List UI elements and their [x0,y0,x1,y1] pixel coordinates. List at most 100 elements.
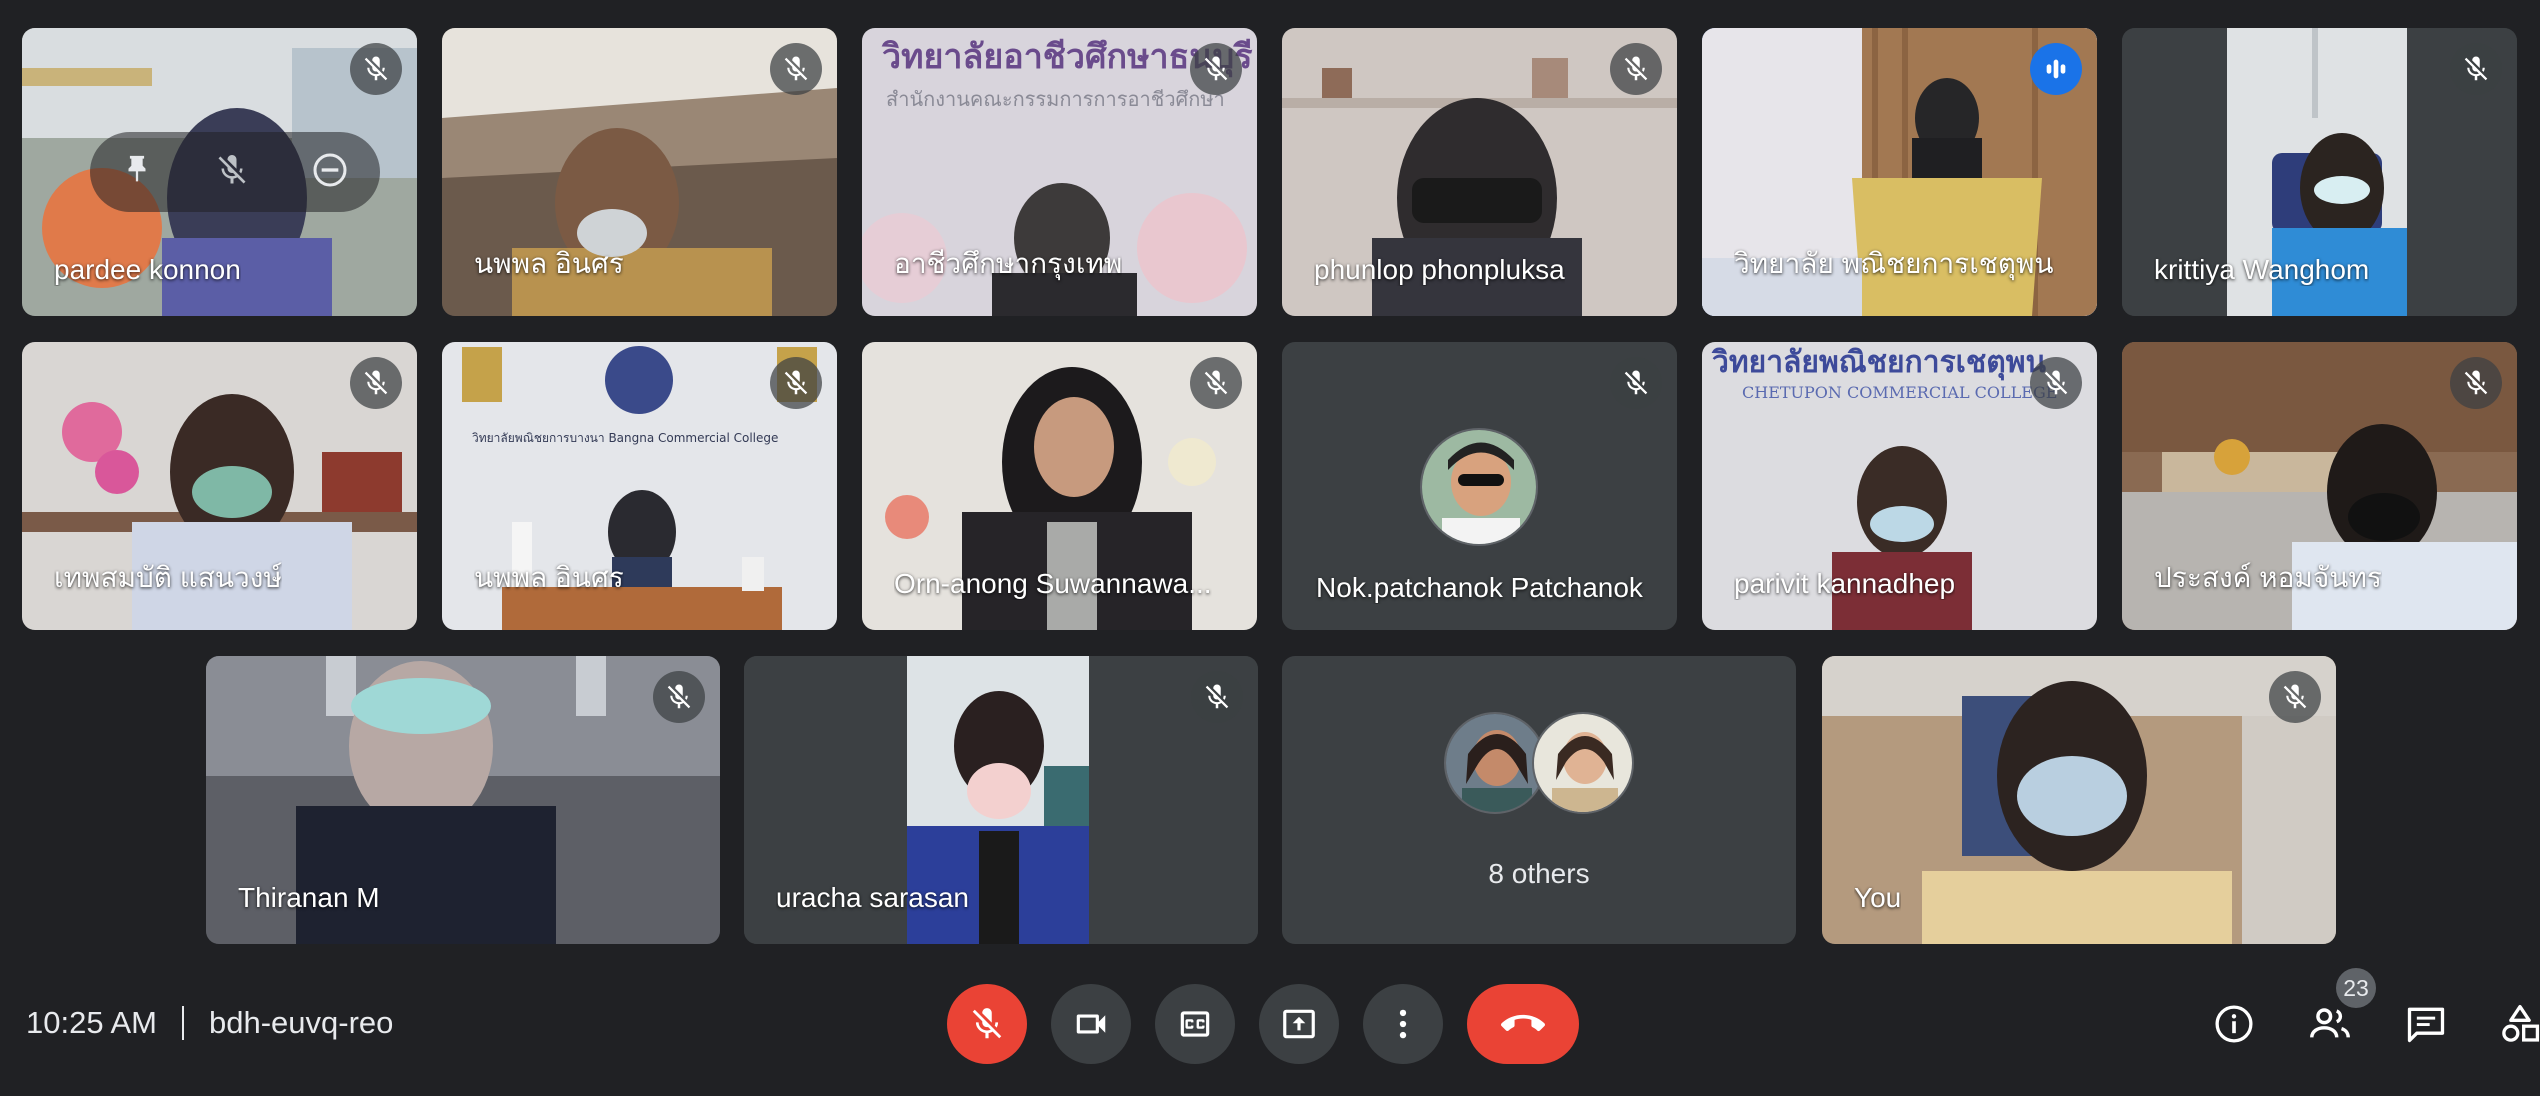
mic-off-icon [1205,684,1229,709]
participant-name: pardee konnon [54,254,241,285]
participant-count-badge: 23 [2336,968,2376,1008]
backdrop-title: วิทยาลัยพณิชยการบางนา Bangna Commercial … [472,431,779,445]
more-vert-icon [1399,1009,1407,1039]
people-button[interactable]: 23 [2290,968,2376,1064]
muted-indicator [1610,43,1662,95]
backdrop-subtitle: สำนักงานคณะกรรมการการอาชีวศึกษา [886,87,1225,111]
camera-icon [1076,1014,1106,1034]
mic-off-icon [1624,370,1648,395]
people-icon [2310,1008,2350,1038]
muted-indicator [1610,357,1662,409]
mic-off-icon [364,56,388,81]
speaking-indicator [2030,43,2082,95]
divider [181,1006,184,1040]
participant-tile[interactable]: Nok.patchanok Patchanok [1282,342,1677,630]
participant-name: You [1854,882,1902,913]
mic-off-icon [2044,370,2068,395]
pin-icon[interactable] [120,151,154,194]
mic-off-icon [1624,56,1648,81]
mic-off-icon [972,1008,1002,1039]
participant-name: Orn-anong Suwannawa... [894,568,1212,599]
muted-indicator [770,43,822,95]
participant-name: วิทยาลัย พณิชยการเชตุพน [1734,248,2054,279]
mic-off-icon [2464,370,2488,395]
chat-button[interactable] [2386,984,2466,1064]
mic-off-icon [2464,56,2488,81]
remove-participant-icon[interactable] [310,150,350,195]
meeting-code: bdh-euvq-reo [208,1005,394,1040]
info-icon [2215,1005,2253,1043]
participant-name: phunlop phonpluksa [1314,254,1565,285]
muted-indicator [1190,357,1242,409]
captions-button[interactable] [1155,984,1235,1064]
mic-off-icon [784,56,808,81]
backdrop-subtitle: CHETUPON COMMERCIAL COLLEGE [1742,383,2057,402]
participant-name: เทพสมบัติ แสนวงษ์ [54,562,282,593]
avatar [1420,428,1538,546]
meeting-tools: 23 [2180,968,2540,1064]
participant-name: uracha sarasan [776,882,970,913]
participant-name: นพพล อินศร [474,248,624,279]
participant-tile[interactable]: เทพสมบัติ แสนวงษ์ [22,342,417,630]
participant-tile[interactable]: วิทยาลัยอาชีวศึกษาธนบุรี สำนักงานคณะกรรม… [862,28,1257,316]
participant-tile[interactable]: Thiranan M [206,656,720,944]
muted-indicator [2450,43,2502,95]
more-options-button[interactable] [1363,984,1443,1064]
toggle-camera-button[interactable] [1051,984,1131,1064]
backdrop-title: วิทยาลัยพณิชยการเชตุพน [1711,345,2047,381]
muted-indicator [2450,357,2502,409]
call-controls [947,984,1579,1064]
mic-off-icon [1204,56,1228,81]
chat-icon [2407,1007,2445,1043]
mic-off-icon [667,684,691,709]
audio-level-icon [2046,59,2066,79]
participant-tile[interactable]: Orn-anong Suwannawa... [862,342,1257,630]
present-now-button[interactable] [1259,984,1339,1064]
participant-tile[interactable]: วิทยาลัยพณิชยการบางนา Bangna Commercial … [442,342,837,630]
meet-stage: pardee konnon นพพล อินศร วิทยาลัยอาชีวศึ… [0,0,2540,1096]
meeting-details-button[interactable] [2194,984,2274,1064]
present-icon [1283,1009,1315,1039]
mic-off-icon [1204,370,1228,395]
participant-tile[interactable]: ประสงค์ หอมจันทร [2122,342,2517,630]
mic-off-icon [2283,684,2307,709]
leave-call-button[interactable] [1467,984,1579,1064]
participant-tile[interactable]: นพพล อินศร [442,28,837,316]
participant-tile[interactable]: krittiya Wanghom [2122,28,2517,316]
muted-indicator [653,671,705,723]
mic-off-icon [784,370,808,395]
muted-indicator [350,357,402,409]
avatar [1444,712,1546,814]
mute-participant-icon[interactable] [214,152,250,193]
participant-name: อาชีวศึกษากรุงเทพ [894,248,1123,279]
muted-indicator [770,357,822,409]
muted-indicator [1191,671,1243,723]
avatar [1532,712,1634,814]
participant-tile[interactable]: uracha sarasan [744,656,1258,944]
muted-indicator [350,43,402,95]
clock-time: 10:25 AM [26,1005,157,1040]
others-count-label: 8 others [1488,858,1590,889]
participant-tile[interactable]: วิทยาลัยพณิชยการเชตุพน CHETUPON COMMERCI… [1702,342,2097,630]
others-tile[interactable]: 8 others [1282,656,1796,944]
muted-indicator [2269,671,2321,723]
activities-button[interactable] [2480,984,2540,1064]
participant-name: krittiya Wanghom [2154,254,2370,285]
toggle-mic-button[interactable] [947,984,1027,1064]
participant-tile[interactable]: pardee konnon [22,28,417,316]
captions-icon [1180,1011,1210,1037]
meeting-details: 10:25 AM bdh-euvq-reo [26,1005,393,1041]
participant-name: นพพล อินศร [474,562,624,593]
participant-tile-speaking[interactable]: วิทยาลัย พณิชยการเชตุพน [1702,28,2097,316]
tile-hover-controls [90,132,380,212]
self-tile[interactable]: You [1822,656,2336,944]
activities-icon [2502,1004,2540,1042]
participant-name: Thiranan M [238,882,380,913]
mic-off-icon [364,370,388,395]
muted-indicator [1190,43,1242,95]
participant-tile[interactable]: phunlop phonpluksa [1282,28,1677,316]
participant-name: parivit kannadhep [1734,568,1956,599]
participant-name: Nok.patchanok Patchanok [1316,572,1643,603]
end-call-icon [1501,1014,1545,1032]
muted-indicator [2030,357,2082,409]
